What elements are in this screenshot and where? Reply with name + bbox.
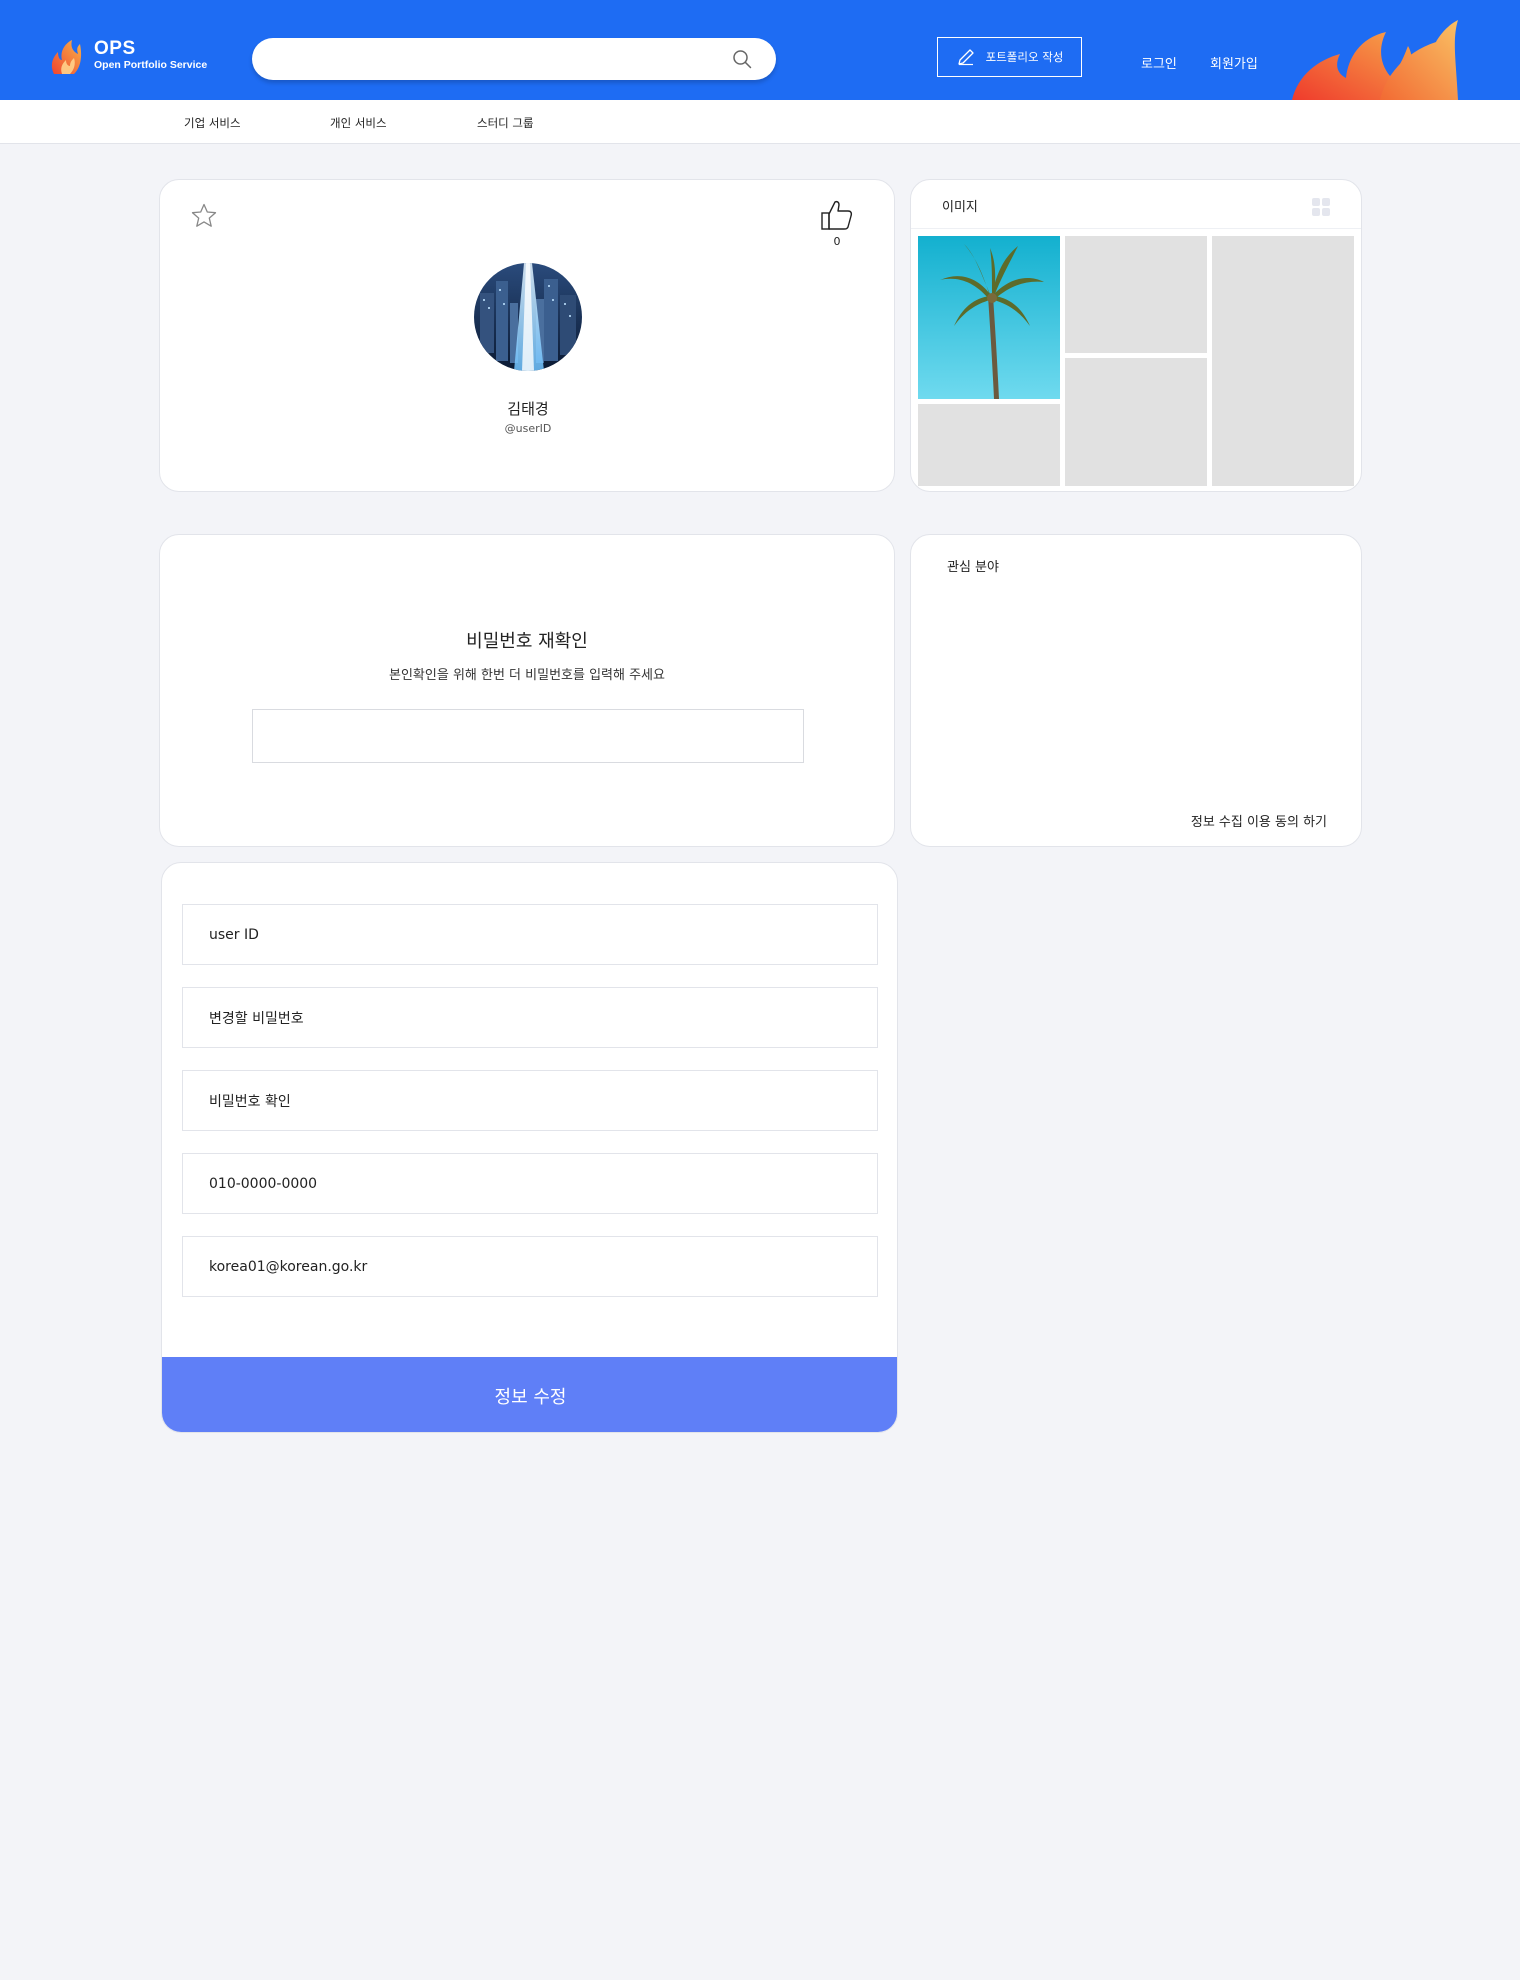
logo-title: OPS bbox=[94, 38, 136, 59]
thumbs-up-icon[interactable] bbox=[820, 198, 854, 232]
interest-card: 관심 분야 정보 수집 이용 동의 하기 bbox=[910, 534, 1362, 847]
gallery-image-placeholder[interactable] bbox=[1065, 236, 1207, 353]
email-field[interactable] bbox=[182, 1236, 878, 1297]
password-recheck-description: 본인확인을 위해 한번 더 비밀번호를 입력해 주세요 bbox=[389, 668, 665, 683]
palm-tree-image bbox=[918, 236, 1060, 399]
top-header: OPS Open Portfolio Service 포트폴리오 작성 로그인 … bbox=[0, 0, 1520, 100]
gallery-image-placeholder[interactable] bbox=[1065, 358, 1207, 486]
search-bar bbox=[252, 38, 776, 80]
avatar[interactable] bbox=[474, 263, 582, 371]
flame-decoration-icon bbox=[1292, 20, 1458, 100]
user-id-field[interactable] bbox=[182, 904, 878, 965]
logo-subtitle: Open Portfolio Service bbox=[94, 59, 208, 71]
nav-personal-service[interactable]: 개인 서비스 bbox=[330, 115, 387, 131]
logo[interactable]: OPS Open Portfolio Service bbox=[48, 38, 208, 78]
star-icon[interactable] bbox=[190, 202, 218, 230]
nav-study-group[interactable]: 스터디 그룹 bbox=[477, 115, 534, 131]
login-link[interactable]: 로그인 bbox=[1141, 53, 1177, 72]
update-info-button[interactable]: 정보 수정 bbox=[162, 1357, 897, 1432]
profile-name: 김태경 bbox=[507, 400, 549, 418]
password-recheck-input[interactable] bbox=[252, 709, 804, 763]
gallery-divider bbox=[911, 228, 1361, 229]
profile-user-id: @userID bbox=[504, 422, 552, 435]
confirm-password-field[interactable] bbox=[182, 1070, 878, 1131]
avatar-city-image bbox=[474, 263, 582, 371]
sub-navigation: 기업 서비스 개인 서비스 스터디 그룹 bbox=[0, 100, 1520, 144]
flame-logo-icon bbox=[51, 40, 82, 74]
write-portfolio-button[interactable]: 포트폴리오 작성 bbox=[937, 37, 1082, 77]
interest-title: 관심 분야 bbox=[947, 560, 999, 575]
phone-field[interactable] bbox=[182, 1153, 878, 1214]
grid-icon[interactable] bbox=[1311, 197, 1331, 217]
gallery-image-placeholder[interactable] bbox=[918, 404, 1060, 486]
search-icon[interactable] bbox=[732, 49, 752, 69]
gallery-image-palm-tree[interactable] bbox=[918, 236, 1060, 399]
new-password-field[interactable] bbox=[182, 987, 878, 1048]
password-recheck-card: 비밀번호 재확인 본인확인을 위해 한번 더 비밀번호를 입력해 주세요 bbox=[159, 534, 895, 847]
write-portfolio-label: 포트폴리오 작성 bbox=[985, 50, 1064, 64]
pencil-icon bbox=[957, 49, 974, 66]
password-recheck-title: 비밀번호 재확인 bbox=[466, 631, 588, 652]
gallery-image-placeholder[interactable] bbox=[1212, 236, 1354, 486]
nav-company-service[interactable]: 기업 서비스 bbox=[184, 115, 241, 131]
search-input[interactable] bbox=[272, 46, 712, 72]
consent-link[interactable]: 정보 수집 이용 동의 하기 bbox=[1191, 811, 1327, 830]
edit-info-form: 정보 수정 bbox=[161, 862, 898, 1433]
profile-card: 0 김태경 @userID bbox=[159, 179, 895, 492]
signup-link[interactable]: 회원가입 bbox=[1210, 53, 1258, 72]
image-gallery-card: 이미지 bbox=[910, 179, 1362, 492]
gallery-title: 이미지 bbox=[942, 200, 978, 215]
like-count: 0 bbox=[833, 235, 841, 248]
